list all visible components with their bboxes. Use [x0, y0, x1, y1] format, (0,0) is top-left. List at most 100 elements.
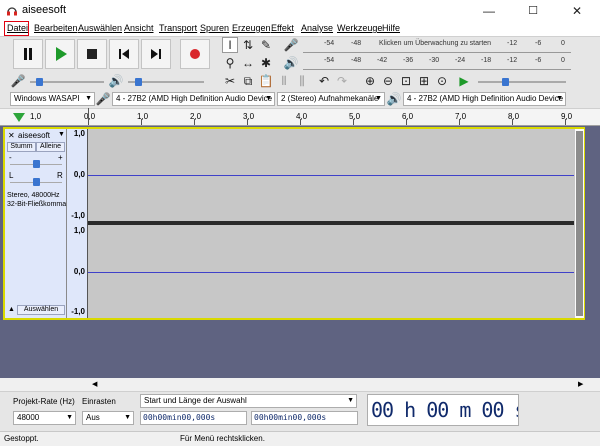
ruler-label: 0,0 [84, 112, 96, 121]
paste-icon[interactable]: 📋 [258, 73, 274, 89]
record-meter-hint[interactable]: Klicken um Überwachung zu starten [379, 40, 491, 47]
zoom-tool-icon[interactable]: ⚲ [222, 55, 238, 71]
envelope-tool-icon[interactable]: ⇅ [240, 37, 256, 53]
skip-start-icon [119, 49, 129, 59]
chevron-down-icon: ▼ [66, 414, 73, 421]
pan-knob[interactable] [33, 178, 40, 186]
meter-label: -18 [481, 57, 492, 64]
playback-device-speaker-icon: 🔊 [386, 92, 402, 106]
pan-right-label: R [57, 171, 63, 180]
redo-icon[interactable]: ↷ [334, 73, 350, 89]
meter-label: -48 [351, 57, 362, 64]
zoom-out-icon[interactable]: ⊖ [380, 73, 396, 89]
ruler-tick [459, 119, 460, 125]
ruler-label: 9,0 [561, 112, 573, 121]
solo-button[interactable]: Alleine [36, 142, 65, 152]
meter-label: -6 [535, 40, 542, 47]
record-button[interactable] [180, 39, 210, 69]
zoom-in-icon[interactable]: ⊕ [362, 73, 378, 89]
play-speed-slider[interactable] [478, 81, 566, 83]
scroll-right-icon[interactable]: ▶ [578, 380, 583, 388]
play-meter-speaker-icon: 🔊 [283, 56, 299, 70]
track-close-icon[interactable]: ✕ [8, 131, 15, 140]
gain-plus-label: + [58, 153, 63, 162]
ruler-label: 1,0 [30, 112, 42, 121]
recording-device-select[interactable]: 4 - 27B2 (AMD High Definition Audio Devi… [112, 92, 275, 106]
menu-auswaehlen[interactable]: Auswählen [78, 23, 122, 33]
ruler-tick [141, 119, 142, 125]
selection-start-time[interactable]: 00h00min00,000s [140, 411, 247, 425]
ruler-tick [406, 119, 407, 125]
play-speed-knob[interactable] [502, 78, 509, 86]
selection-tool-icon[interactable]: I [222, 37, 238, 53]
select-track-button[interactable]: Auswählen [17, 305, 65, 315]
trim-icon[interactable]: ⫴ [276, 73, 292, 89]
status-text: Gestoppt. [4, 434, 39, 443]
playback-device-select[interactable]: 4 - 27B2 (AMD High Definition Audio Devi… [403, 92, 566, 106]
ruler-tick [565, 119, 566, 125]
chevron-down-icon: ▼ [124, 414, 131, 421]
snap-select[interactable]: Aus ▼ [82, 411, 134, 425]
vertical-scroll-thumb[interactable] [576, 131, 583, 316]
selection-mode-select[interactable]: Start und Länge der Auswahl ▼ [140, 394, 357, 408]
play-meter[interactable] [303, 69, 571, 70]
menu-ansicht[interactable]: Ansicht [124, 23, 154, 33]
multi-tool-icon[interactable]: ✱ [258, 55, 274, 71]
project-rate-label: Projekt-Rate (Hz) [13, 397, 75, 406]
audio-position-display[interactable]: 00 h 00 m 00 s [367, 394, 519, 426]
track-menu-arrow-icon[interactable]: ▼ [58, 131, 65, 138]
menu-erzeugen[interactable]: Erzeugen [232, 23, 271, 33]
chevron-down-icon: ▼ [375, 95, 382, 102]
window-title: aiseesoft [22, 4, 67, 16]
channels-select[interactable]: 2 (Stereo) Aufnahmekanäle ▼ [277, 92, 385, 106]
play-at-speed-icon[interactable]: ▶ [456, 73, 472, 89]
meter-label: -42 [377, 57, 388, 64]
skip-start-button[interactable] [109, 39, 139, 69]
meter-label: -36 [403, 57, 414, 64]
pause-button[interactable] [13, 39, 43, 69]
mute-button[interactable]: Stumm [7, 142, 36, 152]
timeshift-tool-icon[interactable]: ↔ [240, 55, 256, 71]
chevron-down-icon: ▼ [347, 397, 354, 404]
record-meter[interactable] [303, 52, 571, 53]
skip-end-button[interactable] [141, 39, 171, 69]
stop-button[interactable] [77, 39, 107, 69]
horizontal-scrollbar[interactable]: ◀ ▶ [90, 380, 588, 390]
title-bar: aiseesoft — ☐ ✕ [0, 0, 600, 22]
cut-icon[interactable]: ✂ [222, 73, 238, 89]
play-volume-knob[interactable] [135, 78, 142, 86]
maximize-button[interactable]: ☐ [511, 0, 555, 22]
minimize-button[interactable]: — [467, 0, 511, 22]
fit-selection-icon[interactable]: ⊡ [398, 73, 414, 89]
menu-transport[interactable]: Transport [159, 23, 197, 33]
play-button[interactable] [45, 39, 75, 69]
play-icon [56, 47, 67, 61]
selection-length-time[interactable]: 00h00min00,000s [251, 411, 358, 425]
undo-icon[interactable]: ↶ [316, 73, 332, 89]
project-rate-select[interactable]: 48000 ▼ [13, 411, 76, 425]
vertical-scrollbar[interactable] [575, 129, 584, 318]
gain-knob[interactable] [33, 160, 40, 168]
audio-host-select[interactable]: Windows WASAPI ▼ [10, 92, 95, 106]
scale-label: 1,0 [73, 129, 85, 138]
project-rate-value: 48000 [17, 413, 40, 422]
menu-hilfe[interactable]: Hilfe [382, 23, 400, 33]
menu-bearbeiten[interactable]: Bearbeiten [34, 23, 78, 33]
menu-spuren[interactable]: Spuren [200, 23, 229, 33]
fit-project-icon[interactable]: ⊞ [416, 73, 432, 89]
silence-icon[interactable]: ⫼ [294, 73, 310, 89]
ruler-tick [300, 119, 301, 125]
copy-icon[interactable]: ⧉ [240, 73, 256, 89]
collapse-icon[interactable]: ▲ [8, 306, 15, 313]
draw-tool-icon[interactable]: ✎ [258, 37, 274, 53]
zoom-toggle-icon[interactable]: ⊙ [434, 73, 450, 89]
menu-werkzeuge[interactable]: Werkzeuge [337, 23, 382, 33]
gain-minus-label: - [9, 153, 12, 162]
track-name[interactable]: aiseesoft [18, 131, 50, 140]
menu-analyse[interactable]: Analyse [301, 23, 333, 33]
menu-effekt[interactable]: Effekt [271, 23, 294, 33]
scroll-left-icon[interactable]: ◀ [92, 380, 97, 388]
record-volume-knob[interactable] [36, 78, 43, 86]
close-button[interactable]: ✕ [555, 0, 599, 22]
timeline-ruler[interactable]: 1,0 0,0 1,0 2,0 3,0 4,0 5,0 6,0 7,0 8,0 … [0, 108, 600, 126]
